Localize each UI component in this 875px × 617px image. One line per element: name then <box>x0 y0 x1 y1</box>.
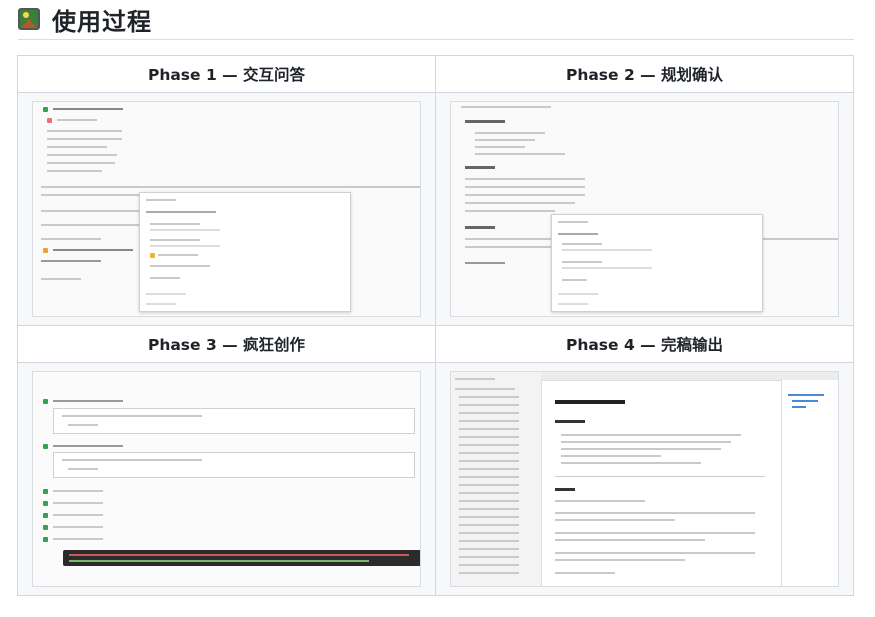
phase-table: Phase 1 — 交互问答 Phase 2 — 规划确认 Phase 3 — … <box>17 55 854 596</box>
phase-3-screenshot-cell <box>17 362 436 596</box>
phase-4-screenshot-cell <box>435 362 854 596</box>
phase-3-screenshot <box>32 371 421 587</box>
section-header: 使用过程 <box>18 4 152 36</box>
flag-icon <box>47 118 52 123</box>
phase-2-screenshot-cell <box>435 92 854 326</box>
header-divider <box>18 39 854 40</box>
question-dialog <box>139 192 351 312</box>
file-explorer <box>451 372 542 586</box>
agent-dot-icon <box>43 444 48 449</box>
phase-4-screenshot <box>450 371 839 587</box>
section-title: 使用过程 <box>52 7 152 36</box>
phase-1-screenshot <box>32 101 421 317</box>
phase-1-screenshot-cell <box>17 92 436 326</box>
outline-panel <box>781 380 838 586</box>
phase-2-label: Phase 2 — 规划确认 <box>435 55 854 93</box>
phase-2-screenshot <box>450 101 839 317</box>
check-icon <box>43 107 48 112</box>
plan-dialog <box>551 214 763 312</box>
phase-4-label: Phase 4 — 完稿输出 <box>435 325 854 363</box>
code-output-block <box>63 550 420 566</box>
phase-1-label: Phase 1 — 交互问答 <box>17 55 436 93</box>
warning-icon <box>43 248 48 253</box>
agent-dot-icon <box>43 399 48 404</box>
picture-icon <box>18 8 40 30</box>
phase-3-label: Phase 3 — 疯狂创作 <box>17 325 436 363</box>
